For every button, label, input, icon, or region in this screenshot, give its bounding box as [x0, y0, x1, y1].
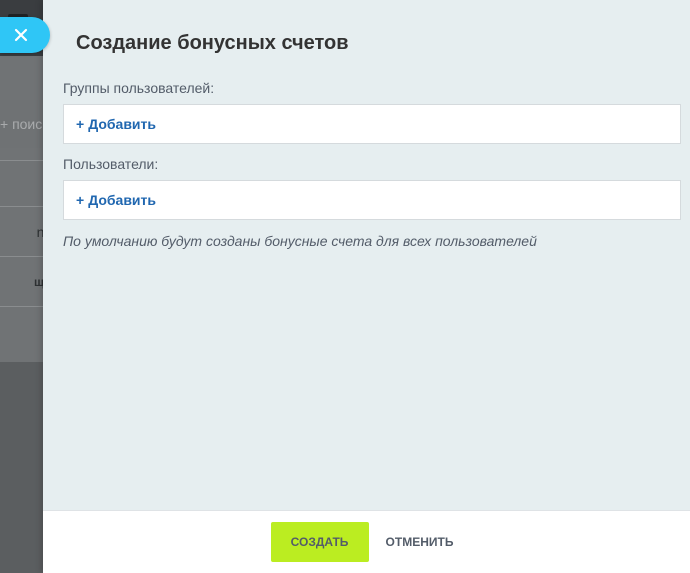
panel-body: Создание бонусных счетов Группы пользова…: [43, 0, 690, 511]
cancel-button[interactable]: ОТМЕНИТЬ: [377, 522, 463, 562]
panel-footer: СОЗДАТЬ ОТМЕНИТЬ: [43, 510, 690, 573]
add-user-group-label: Добавить: [88, 116, 156, 132]
user-groups-selector[interactable]: + Добавить: [63, 104, 681, 144]
close-slider-button[interactable]: [0, 17, 50, 53]
plus-icon: +: [76, 192, 85, 208]
add-user-label: Добавить: [88, 192, 156, 208]
add-user-link[interactable]: + Добавить: [76, 181, 156, 219]
close-icon: [12, 26, 30, 44]
default-hint: По умолчанию будут созданы бонусные счет…: [63, 233, 537, 249]
user-groups-label: Группы пользователей:: [63, 80, 215, 96]
page-title: Создание бонусных счетов: [76, 32, 349, 54]
background-search-text: + поис: [0, 116, 43, 132]
slider-panel: Создание бонусных счетов Группы пользова…: [43, 0, 690, 573]
add-user-group-link[interactable]: + Добавить: [76, 105, 156, 143]
users-selector[interactable]: + Добавить: [63, 180, 681, 220]
plus-icon: +: [76, 116, 85, 132]
create-button[interactable]: СОЗДАТЬ: [270, 522, 369, 562]
users-label: Пользователи:: [63, 156, 159, 172]
